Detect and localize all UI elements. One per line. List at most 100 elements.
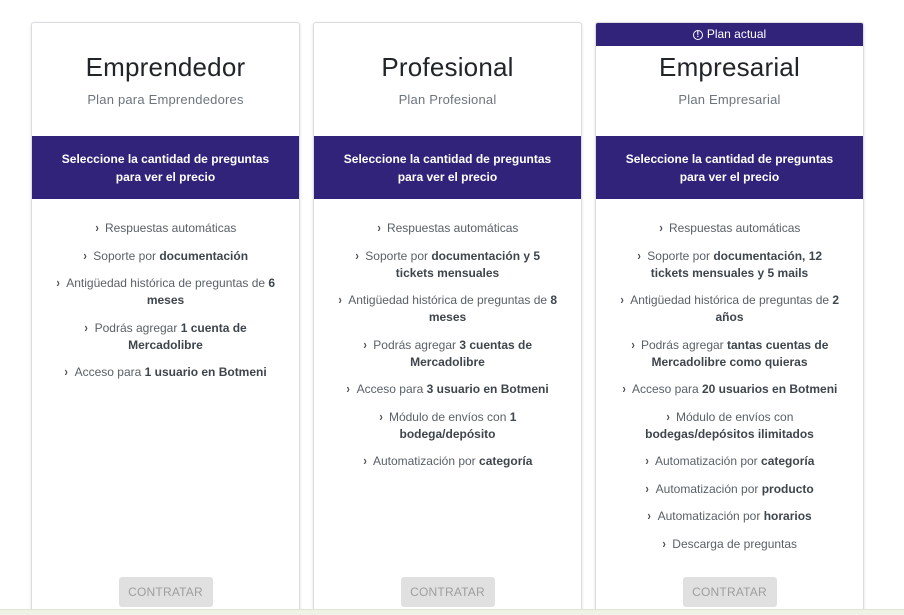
feature-text: Automatización por — [657, 509, 764, 523]
feature-text: Acceso para — [631, 382, 702, 396]
feature-highlight: producto — [761, 481, 814, 496]
chevron-right-icon: › — [637, 247, 641, 263]
contratar-button[interactable]: CONTRATAR — [400, 577, 495, 607]
feature-text: Antigüedad histórica de preguntas de — [630, 293, 833, 307]
chevron-right-icon: › — [363, 453, 367, 468]
chevron-right-icon: › — [355, 247, 359, 263]
feature-text: Respuestas automáticas — [668, 221, 801, 235]
feature-text: Podrás agregar — [373, 337, 460, 352]
feature-highlight: 20 usuarios en Botmeni — [702, 382, 838, 396]
feature-text: Módulo de envíos con — [675, 409, 794, 424]
feature-list: › Respuestas automáticas › Soporte por docu… — [596, 219, 863, 562]
feature-item: › Antigüedad histórica de preguntas de 6 … — [50, 274, 281, 309]
feature-item: › Podrás agregar tantas cuentas de Mercad… — [614, 336, 845, 371]
price-prompt-text: Seleccione la cantidad de preguntas para… — [61, 152, 270, 184]
feature-text: Automatización por — [655, 481, 762, 496]
feature-item: › Módulo de envíos con 1 bodega/depósito — [332, 408, 563, 443]
feature-item: › Respuestas automáticas — [332, 219, 563, 237]
feature-item: › Podrás agregar 1 cuenta de Mercadolibre — [50, 319, 281, 354]
feature-item: › Descarga de preguntas — [614, 535, 845, 553]
plan-card-empresarial: ! Plan actual Empresarial Plan Empresaria… — [595, 22, 864, 615]
feature-highlight: categoría — [479, 454, 533, 468]
feature-text: Soporte por — [365, 248, 432, 263]
feature-item: › Antigüedad histórica de preguntas de 2 … — [614, 291, 845, 326]
plan-subtitle: Plan para Emprendedores — [87, 92, 244, 107]
feature-text: Antigüedad histórica de preguntas de — [66, 276, 269, 290]
plan-card-emprendedor: Emprendedor Plan para Emprendedores Sele… — [31, 22, 300, 615]
feature-item: › Soporte por documentación y 5 tickets m… — [332, 247, 563, 282]
chevron-right-icon: › — [379, 408, 383, 424]
feature-item: › Antigüedad histórica de preguntas de 8 … — [332, 291, 563, 326]
feature-text: Soporte por — [93, 248, 160, 263]
feature-text: Podrás agregar — [640, 337, 728, 352]
chevron-right-icon: › — [622, 381, 626, 396]
feature-text: Respuestas automáticas — [104, 221, 237, 235]
feature-highlight: 1 usuario en Botmeni — [144, 365, 267, 379]
price-prompt: Seleccione la cantidad de preguntas para… — [32, 136, 299, 199]
plan-title: Profesional — [381, 52, 514, 82]
chevron-right-icon: › — [620, 292, 624, 307]
feature-item: › Respuestas automáticas — [614, 219, 845, 237]
feature-item: › Automatización por categoría — [614, 452, 845, 470]
chevron-right-icon: › — [377, 220, 381, 235]
chevron-right-icon: › — [666, 408, 670, 424]
feature-item: › Soporte por documentación — [50, 247, 281, 265]
feature-text: Acceso para — [356, 382, 427, 396]
chevron-right-icon: › — [631, 336, 635, 352]
contratar-button[interactable]: CONTRATAR — [118, 577, 213, 607]
contratar-button[interactable]: CONTRATAR — [682, 577, 777, 607]
plan-title: Empresarial — [659, 52, 800, 82]
chevron-right-icon: › — [645, 453, 649, 468]
feature-text: Antigüedad histórica de preguntas de — [348, 293, 551, 307]
plan-title: Emprendedor — [85, 52, 246, 82]
chevron-right-icon: › — [645, 480, 650, 496]
price-prompt: Seleccione la cantidad de preguntas para… — [596, 136, 863, 199]
feature-item: › Automatización por categoría — [332, 452, 563, 470]
feature-text: Podrás agregar — [94, 320, 181, 335]
feature-highlight: horarios — [763, 509, 812, 523]
feature-item: › Acceso para 20 usuarios en Botmeni — [614, 380, 845, 398]
feature-text: Descarga de preguntas — [672, 536, 798, 551]
feature-list: › Respuestas automáticas › Soporte por docu… — [314, 219, 581, 480]
info-icon: ! — [692, 30, 703, 40]
feature-text: Automatización por — [654, 454, 762, 468]
current-plan-badge: ! Plan actual — [596, 23, 863, 46]
plan-subtitle: Plan Empresarial — [678, 92, 781, 107]
chevron-right-icon: › — [647, 508, 652, 523]
feature-list: › Respuestas automáticas › Soporte por docu… — [32, 219, 299, 391]
current-plan-label: Plan actual — [706, 27, 767, 41]
page-footer-strip — [0, 609, 904, 615]
feature-item: › Acceso para 1 usuario en Botmeni — [50, 363, 281, 381]
chevron-right-icon: › — [662, 535, 666, 551]
feature-text: Automatización por — [372, 454, 480, 468]
feature-text: Acceso para — [74, 365, 145, 379]
chevron-right-icon: › — [363, 336, 367, 352]
feature-item: › Respuestas automáticas — [50, 219, 281, 237]
chevron-right-icon: › — [346, 381, 351, 396]
feature-item: › Soporte por documentación, 12 tickets m… — [614, 247, 845, 282]
feature-text: Módulo de envíos con — [388, 409, 510, 424]
chevron-right-icon: › — [95, 220, 99, 235]
feature-text: Respuestas automáticas — [386, 221, 519, 235]
feature-item: › Automatización por horarios — [614, 507, 845, 525]
price-prompt-text: Seleccione la cantidad de preguntas para… — [625, 152, 834, 184]
plan-subtitle: Plan Profesional — [398, 92, 497, 107]
feature-item: › Módulo de envíos con bodegas/depósitos … — [614, 408, 845, 443]
feature-item: › Acceso para 3 usuario en Botmeni — [332, 380, 563, 398]
chevron-right-icon: › — [83, 247, 87, 263]
chevron-right-icon: › — [64, 364, 69, 379]
price-prompt: Seleccione la cantidad de preguntas para… — [314, 136, 581, 199]
feature-item: › Podrás agregar 3 cuentas de Mercadolibr… — [332, 336, 563, 371]
chevron-right-icon: › — [338, 292, 342, 307]
feature-item: › Automatización por producto — [614, 480, 845, 498]
plan-card-profesional: Profesional Plan Profesional Seleccione … — [313, 22, 582, 615]
chevron-right-icon: › — [84, 319, 89, 335]
feature-highlight: bodegas/depósitos ilimitados — [645, 426, 814, 441]
feature-highlight: categoría — [761, 454, 815, 468]
feature-text: Soporte por — [647, 248, 714, 263]
price-prompt-text: Seleccione la cantidad de preguntas para… — [343, 152, 552, 184]
feature-highlight: documentación — [159, 248, 249, 263]
chevron-right-icon: › — [56, 275, 60, 290]
feature-highlight: 3 usuario en Botmeni — [426, 382, 549, 396]
chevron-right-icon: › — [659, 220, 663, 235]
